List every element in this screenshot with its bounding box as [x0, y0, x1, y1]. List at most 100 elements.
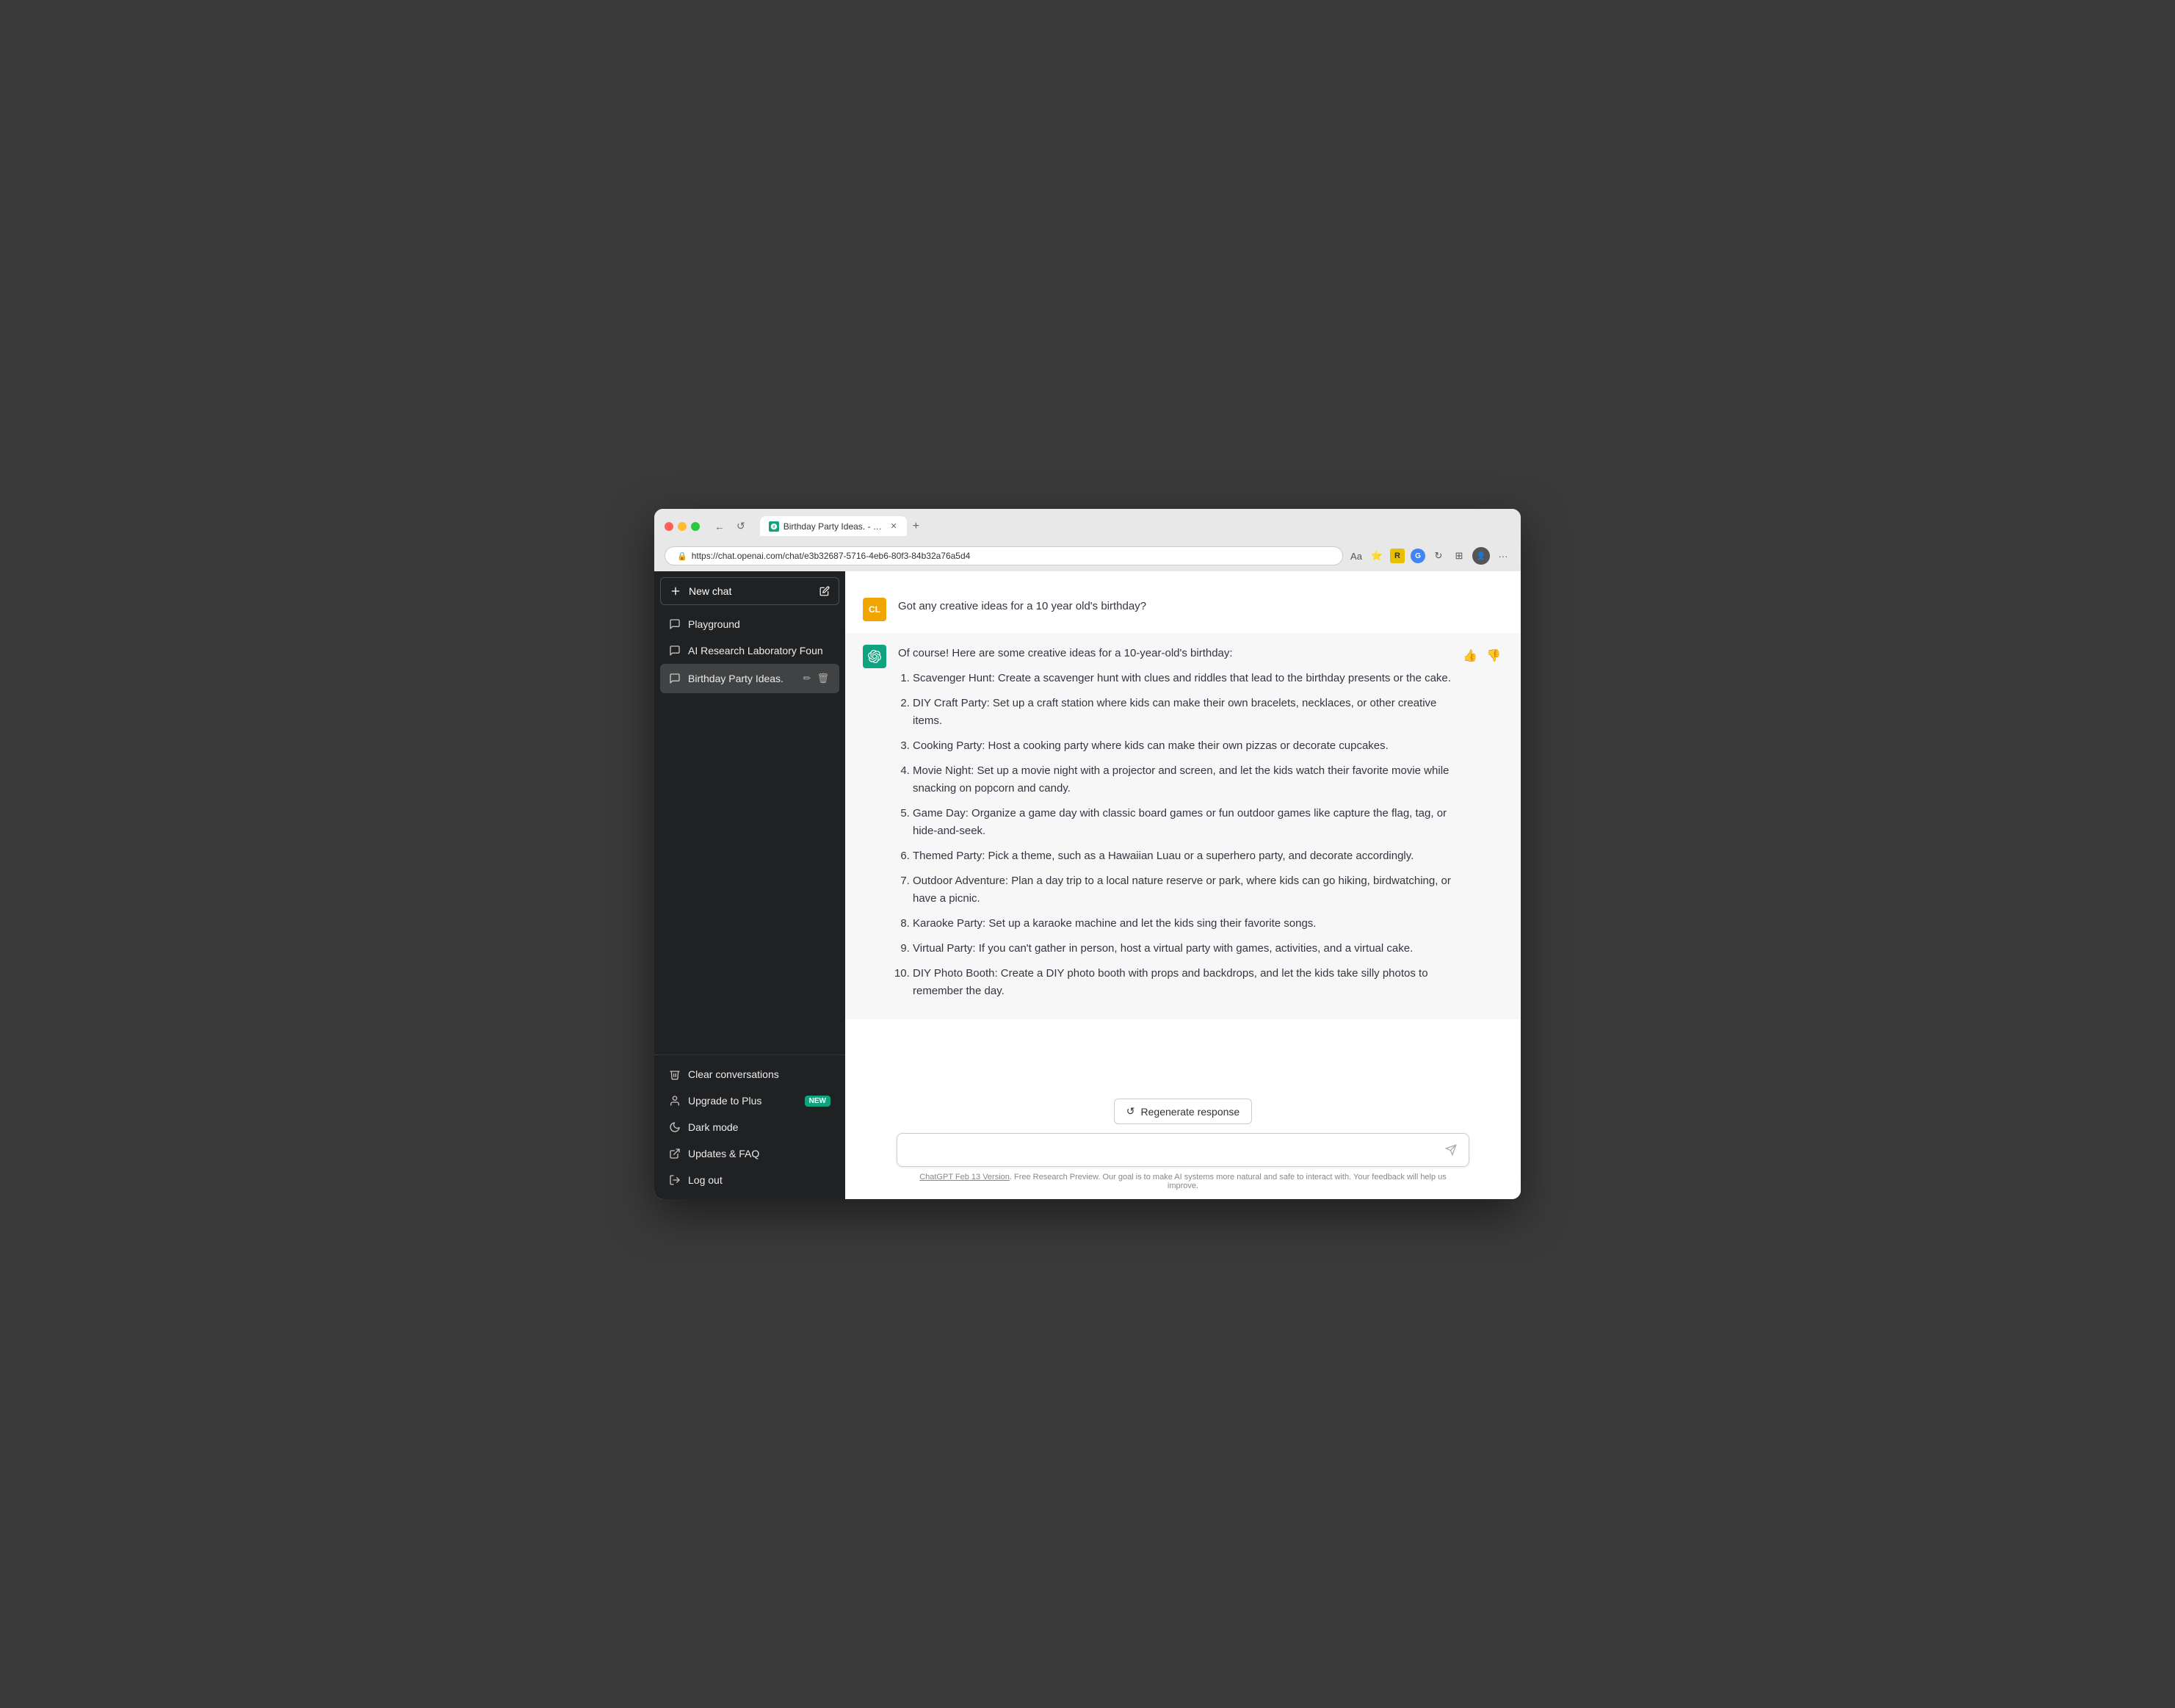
chat-footer: ChatGPT Feb 13 Version. Free Research Pr…	[897, 1167, 1469, 1199]
assistant-avatar	[863, 645, 886, 668]
tab-close-button[interactable]: ✕	[890, 521, 898, 532]
idea-item-5: Game Day: Organize a game day with class…	[913, 805, 1452, 840]
sync-icon[interactable]: ↻	[1431, 549, 1446, 563]
log-out-button[interactable]: Log out	[660, 1167, 839, 1193]
dark-mode-button[interactable]: Dark mode	[660, 1114, 839, 1140]
new-tab-button[interactable]: +	[908, 517, 924, 536]
sidebar-birthday-label: Birthday Party Ideas.	[688, 673, 795, 684]
tab-favicon	[769, 521, 779, 532]
chat-input-box[interactable]	[897, 1133, 1469, 1167]
openai-logo	[868, 650, 881, 663]
idea-item-9: Virtual Party: If you can't gather in pe…	[913, 940, 1452, 958]
assistant-message-content: Of course! Here are some creative ideas …	[898, 645, 1452, 1007]
refresh-button[interactable]: ↺	[734, 518, 748, 534]
updates-faq-label: Updates & FAQ	[688, 1148, 759, 1159]
toolbar-icons: Aa ⭐ R G ↻ ⊞ 👤 ···	[1349, 547, 1510, 565]
split-view-icon[interactable]: ⊞	[1452, 549, 1466, 563]
omnibar[interactable]: 🔒 https://chat.openai.com/chat/e3b32687-…	[665, 546, 1343, 565]
url-display: https://chat.openai.com/chat/e3b32687-57…	[692, 551, 1331, 561]
user-icon	[669, 1095, 681, 1107]
chat-icon-2	[669, 645, 681, 656]
close-window-btn[interactable]	[665, 522, 673, 531]
clear-conversations-button[interactable]: Clear conversations	[660, 1061, 839, 1088]
user-message-content: Got any creative ideas for a 10 year old…	[898, 598, 1471, 621]
omnibar-row: 🔒 https://chat.openai.com/chat/e3b32687-…	[665, 542, 1510, 571]
chat-icon	[669, 618, 681, 630]
plus-icon	[670, 585, 681, 597]
active-tab[interactable]: Birthday Party Ideas. - https:// ✕	[760, 516, 907, 536]
new-chat-button[interactable]: New chat	[660, 577, 839, 605]
extension-icon-g[interactable]: G	[1411, 549, 1425, 563]
log-out-label: Log out	[688, 1174, 723, 1186]
main-content: CL Got any creative ideas for a 10 year …	[845, 571, 1521, 1199]
profile-icon[interactable]: 👤	[1472, 547, 1490, 565]
idea-item-7: Outdoor Adventure: Plan a day trip to a …	[913, 872, 1452, 908]
message-actions: 👍 👎	[1461, 646, 1503, 665]
more-options-icon[interactable]: ···	[1496, 549, 1510, 563]
assistant-message-wrapper: Of course! Here are some creative ideas …	[898, 645, 1503, 1007]
chat-input-field[interactable]	[908, 1141, 1444, 1159]
user-message-row: CL Got any creative ideas for a 10 year …	[845, 586, 1521, 633]
idea-item-4: Movie Night: Set up a movie night with a…	[913, 762, 1452, 797]
moon-icon	[669, 1121, 681, 1133]
back-button[interactable]: ←	[712, 518, 728, 534]
dark-mode-label: Dark mode	[688, 1121, 738, 1133]
chat-messages: CL Got any creative ideas for a 10 year …	[845, 571, 1521, 1090]
chatgpt-version-link[interactable]: ChatGPT Feb 13 Version	[919, 1173, 1010, 1182]
logout-icon	[669, 1174, 681, 1186]
idea-item-2: DIY Craft Party: Set up a craft station …	[913, 695, 1452, 730]
regenerate-icon: ↺	[1126, 1105, 1135, 1118]
browser-controls: ← ↺ Birthday Party Ideas. - https:// ✕ +	[665, 516, 1510, 536]
new-chat-label: New chat	[689, 585, 731, 597]
ideas-list: Scavenger Hunt: Create a scavenger hunt …	[898, 670, 1452, 1000]
sidebar-ai-research-label: AI Research Laboratory Foun	[688, 645, 830, 656]
regenerate-button[interactable]: ↺ Regenerate response	[1114, 1099, 1252, 1124]
sidebar-item-playground[interactable]: Playground	[660, 611, 839, 637]
idea-item-8: Karaoke Party: Set up a karaoke machine …	[913, 915, 1452, 933]
traffic-lights	[665, 522, 700, 531]
app-layout: New chat Playground	[654, 571, 1521, 1199]
reader-mode-icon[interactable]: Aa	[1349, 549, 1364, 563]
assistant-intro: Of course! Here are some creative ideas …	[898, 645, 1452, 662]
maximize-window-btn[interactable]	[691, 522, 700, 531]
browser-nav: ← ↺	[712, 518, 748, 534]
thumbs-up-button[interactable]: 👍	[1461, 646, 1480, 665]
minimize-window-btn[interactable]	[678, 522, 687, 531]
idea-item-6: Themed Party: Pick a theme, such as a Ha…	[913, 847, 1452, 865]
chat-submit-button[interactable]	[1444, 1143, 1458, 1157]
chat-input-area: ↺ Regenerate response	[845, 1090, 1521, 1167]
sidebar: New chat Playground	[654, 571, 845, 1199]
sidebar-bottom: Clear conversations Upgrade to Plus NEW	[654, 1054, 845, 1199]
upgrade-to-plus-button[interactable]: Upgrade to Plus NEW	[660, 1088, 839, 1114]
sidebar-item-birthday-party[interactable]: Birthday Party Ideas. ✏ 🗑	[660, 664, 839, 693]
sidebar-item-ai-research[interactable]: AI Research Laboratory Foun	[660, 637, 839, 664]
thumbs-down-button[interactable]: 👎	[1484, 646, 1503, 665]
tabs-bar: Birthday Party Ideas. - https:// ✕ +	[760, 516, 1510, 536]
browser-chrome: ← ↺ Birthday Party Ideas. - https:// ✕ +…	[654, 509, 1521, 571]
sidebar-top: New chat Playground	[654, 571, 845, 1054]
chat-icon-3	[669, 673, 681, 684]
clear-conversations-label: Clear conversations	[688, 1068, 779, 1080]
regenerate-label: Regenerate response	[1141, 1106, 1240, 1118]
sidebar-playground-label: Playground	[688, 618, 830, 630]
assistant-message-row: Of course! Here are some creative ideas …	[845, 633, 1521, 1019]
external-link-icon	[669, 1148, 681, 1159]
lock-icon: 🔒	[677, 551, 687, 561]
user-avatar: CL	[863, 598, 886, 621]
browser-window: ← ↺ Birthday Party Ideas. - https:// ✕ +…	[654, 509, 1521, 1199]
idea-item-10: DIY Photo Booth: Create a DIY photo boot…	[913, 965, 1452, 1000]
extension-icon-r[interactable]: R	[1390, 549, 1405, 563]
trash-icon	[669, 1068, 681, 1080]
tab-title: Birthday Party Ideas. - https://	[783, 521, 886, 532]
upgrade-to-plus-label: Upgrade to Plus	[688, 1095, 761, 1107]
edit-icon	[819, 586, 830, 596]
idea-item-3: Cooking Party: Host a cooking party wher…	[913, 737, 1452, 755]
footer-text: . Free Research Preview. Our goal is to …	[1010, 1173, 1447, 1190]
new-badge: NEW	[805, 1096, 830, 1107]
edit-chat-button[interactable]: ✏	[802, 671, 813, 686]
updates-faq-button[interactable]: Updates & FAQ	[660, 1140, 839, 1167]
delete-chat-button[interactable]: 🗑	[815, 671, 830, 686]
send-icon	[1445, 1144, 1457, 1156]
extension-icon-1[interactable]: ⭐	[1369, 549, 1384, 563]
idea-item-1: Scavenger Hunt: Create a scavenger hunt …	[913, 670, 1452, 687]
